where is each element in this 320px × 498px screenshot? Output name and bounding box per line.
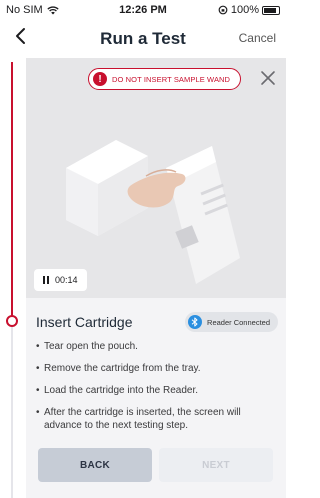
progress-step-dot (6, 315, 18, 327)
back-button[interactable]: BACK (38, 448, 152, 482)
battery-percent: 100% (230, 4, 259, 16)
instruction-item: Load the cartridge into the Reader. (36, 384, 276, 397)
status-bar: No SIM 12:26 PM 100% (0, 0, 286, 20)
reader-status-text: Reader Connected (207, 317, 270, 327)
instruction-item: Remove the cartridge from the tray. (36, 362, 276, 375)
close-icon[interactable] (258, 68, 278, 88)
progress-line-pending (11, 320, 13, 498)
cancel-button[interactable]: Cancel (239, 31, 276, 45)
step-title: Insert Cartridge (36, 314, 133, 330)
instruction-item: After the cartridge is inserted, the scr… (36, 406, 276, 432)
instruction-list: Tear open the pouch. Remove the cartridg… (36, 340, 276, 441)
video-timer[interactable]: 00:14 (34, 269, 87, 291)
next-button[interactable]: NEXT (159, 448, 273, 482)
instruction-video[interactable]: ! DO NOT INSERT SAMPLE WAND 00:14 (26, 58, 286, 298)
warning-banner: ! DO NOT INSERT SAMPLE WAND (88, 68, 242, 90)
status-right: 100% (218, 4, 280, 16)
timer-text: 00:14 (55, 275, 78, 285)
nav-bar: Run a Test Cancel (0, 20, 286, 56)
progress-line-active (11, 62, 13, 320)
reader-status-badge: Reader Connected (185, 312, 278, 332)
instruction-item: Tear open the pouch. (36, 340, 276, 353)
step-card: ! DO NOT INSERT SAMPLE WAND 00:14 Insert… (26, 58, 286, 498)
cartridge-pouch-illustration (26, 58, 286, 298)
pause-icon (43, 276, 49, 284)
warning-text: DO NOT INSERT SAMPLE WAND (112, 74, 231, 84)
battery-icon (262, 5, 280, 15)
orientation-lock-icon (218, 5, 228, 15)
warning-icon: ! (93, 72, 107, 86)
bluetooth-icon (188, 315, 203, 329)
